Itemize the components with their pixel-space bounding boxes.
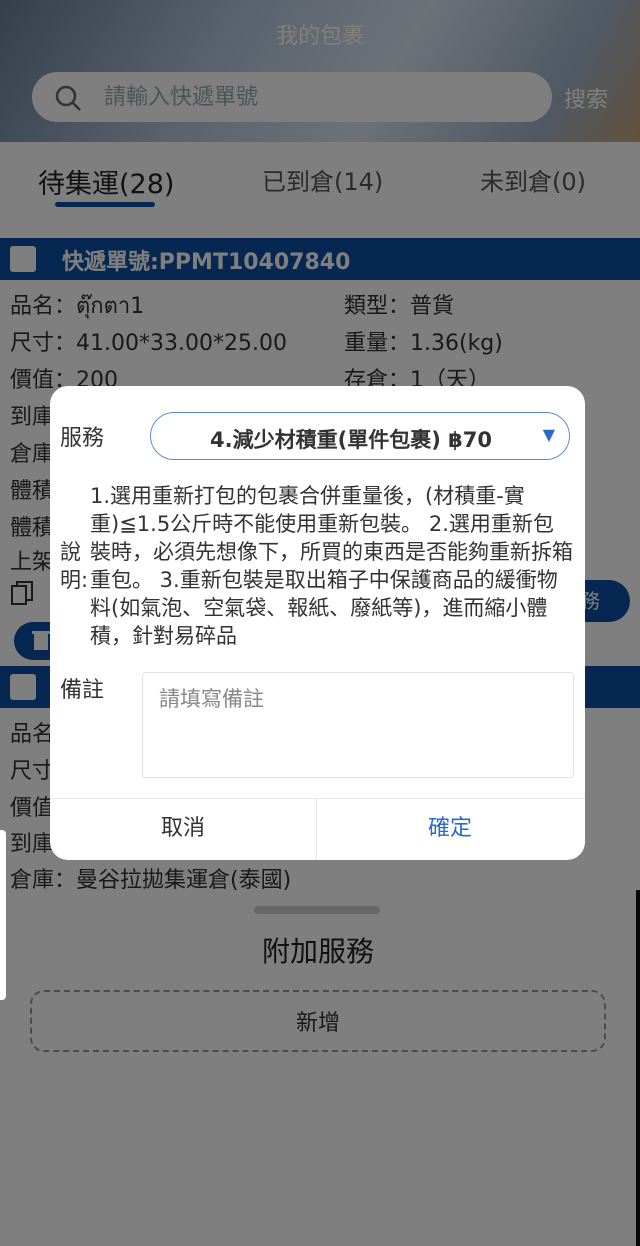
- dialog-footer: 取消 確定: [50, 798, 585, 860]
- cancel-button[interactable]: 取消: [50, 799, 316, 860]
- service-select[interactable]: 4.減少材積重(單件包裹) ฿70 ▼: [150, 412, 570, 460]
- notes-label: 備註: [60, 678, 105, 703]
- service-label: 服務: [60, 426, 105, 451]
- service-dialog: 服務 4.減少材積重(單件包裹) ฿70 ▼ 說明: 1.選用重新打包的包裹合併…: [50, 386, 585, 860]
- dropdown-arrow-icon: ▼: [542, 425, 555, 444]
- notes-input[interactable]: [142, 672, 574, 778]
- service-selected-value: 4.減少材積重(單件包裹) ฿70: [210, 428, 492, 452]
- description-text: 1.選用重新打包的包裹合併重量後，(材積重-實重)≦1.5公斤時不能使用重新包裝…: [90, 484, 573, 648]
- confirm-button[interactable]: 確定: [317, 799, 583, 860]
- description-label: 說明:: [60, 540, 89, 592]
- edge-tab: [0, 830, 6, 1000]
